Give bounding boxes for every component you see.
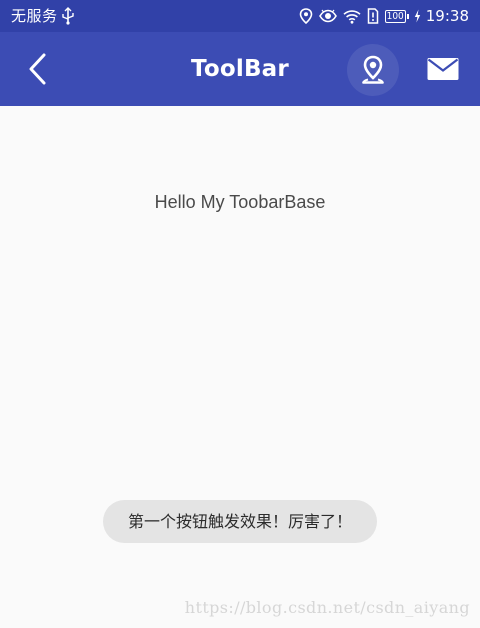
battery-level: 100 xyxy=(386,10,404,22)
mail-button[interactable] xyxy=(420,46,466,92)
watermark-text: https://blog.csdn.net/csdn_aiyang xyxy=(184,598,470,617)
hello-text: Hello My ToobarBase xyxy=(154,192,326,212)
location-pin-icon xyxy=(362,55,384,84)
mail-icon xyxy=(427,58,459,80)
carrier-text: 无服务 xyxy=(11,7,58,25)
location-status-icon xyxy=(299,8,313,24)
charging-icon xyxy=(414,9,421,23)
toolbar: ToolBar xyxy=(0,32,480,106)
toast-message: 第一个按钮触发效果！厉害了！ xyxy=(103,500,377,543)
usb-icon xyxy=(61,7,75,25)
location-button[interactable] xyxy=(347,44,399,96)
battery-icon: 100 xyxy=(384,9,409,23)
clock-text: 19:38 xyxy=(425,7,469,25)
sim-icon xyxy=(367,8,379,24)
status-bar: 无服务 100 19:38 xyxy=(0,0,480,32)
toolbar-title: ToolBar xyxy=(191,56,289,82)
status-icons: 100 19:38 xyxy=(293,6,469,26)
wifi-icon xyxy=(343,9,361,24)
content-area: Hello My ToobarBase 第一个按钮触发效果！厉害了！ https… xyxy=(0,106,480,628)
eye-icon xyxy=(318,9,337,23)
